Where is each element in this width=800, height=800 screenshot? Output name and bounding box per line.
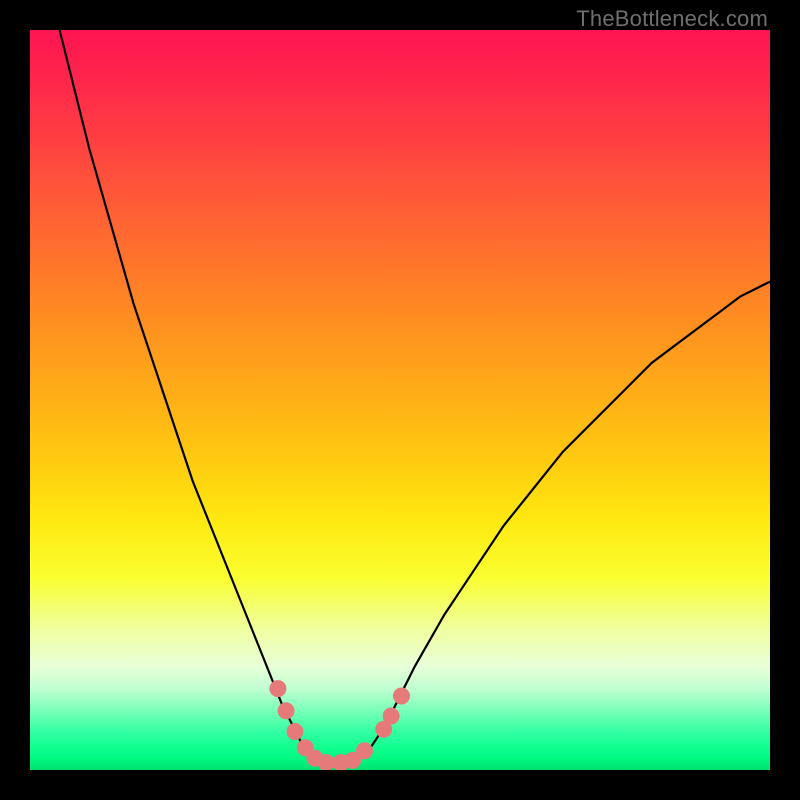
curve-markers <box>269 680 410 770</box>
curve-marker <box>269 680 286 697</box>
curve-marker <box>356 742 373 759</box>
watermark-text: TheBottleneck.com <box>576 6 768 32</box>
curve-marker <box>383 707 400 724</box>
bottleneck-curve <box>60 30 770 764</box>
chart-frame: TheBottleneck.com <box>0 0 800 800</box>
curve-marker <box>278 702 295 719</box>
plot-area <box>30 30 770 770</box>
curve-svg <box>30 30 770 770</box>
curve-marker <box>286 723 303 740</box>
curve-marker <box>393 688 410 705</box>
